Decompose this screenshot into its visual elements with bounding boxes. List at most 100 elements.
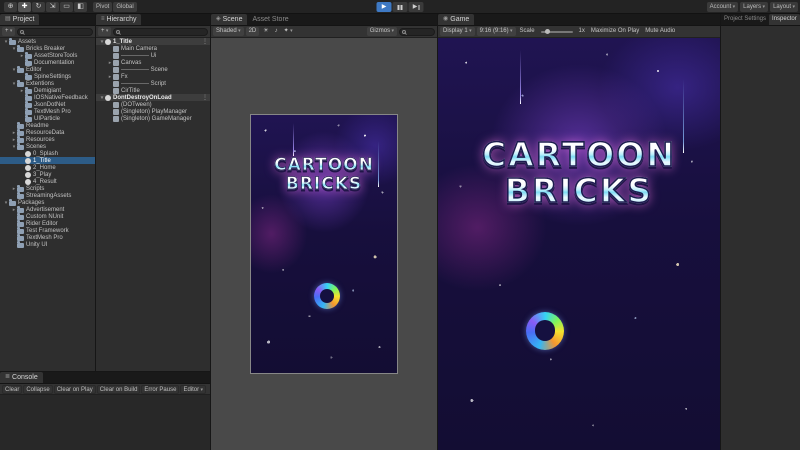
2d-toggle[interactable]: 2D [246, 27, 260, 36]
item-label: 0_Splash [33, 151, 58, 157]
tab-project[interactable]: ▤Project [0, 14, 39, 25]
layout-dropdown[interactable]: Layout [770, 2, 798, 12]
project-tree-item[interactable]: Advertisement [0, 206, 95, 213]
aspect-ratio-dropdown[interactable]: 9:16 (9:16) [477, 27, 516, 36]
hierarchy-item[interactable]: (Singleton) PlayManager [96, 108, 210, 115]
project-tree-item[interactable]: TextMesh Pro [0, 108, 95, 115]
hierarchy-item[interactable]: CirTitle [96, 87, 210, 94]
project-tree-item[interactable]: Assets [0, 38, 95, 45]
audio-toggle-icon[interactable]: ♪ [273, 27, 280, 36]
console-button[interactable]: Clear [2, 385, 22, 394]
gizmos-dropdown[interactable]: Gizmos [367, 27, 397, 36]
hierarchy-item[interactable]: DontDestroyOnLoad [96, 94, 210, 101]
project-tree-item[interactable]: 1_Title [0, 157, 95, 164]
console-button[interactable]: Clear on Build [97, 385, 141, 394]
project-tree-item[interactable]: Editor [0, 66, 95, 73]
project-tree-item[interactable]: Bricks Breaker [0, 45, 95, 52]
hierarchy-item[interactable]: Main Camera [96, 45, 210, 52]
scale-tool-icon[interactable]: ⇲ [46, 2, 59, 12]
project-tree-item[interactable]: StreamingAssets [0, 192, 95, 199]
maximize-on-play-toggle[interactable]: Maximize On Play [589, 27, 641, 36]
console-button[interactable]: Error Pause [141, 385, 179, 394]
project-tree-item[interactable]: Unity UI [0, 241, 95, 248]
project-tree-item[interactable]: Rider Editor [0, 220, 95, 227]
account-dropdown[interactable]: Account [707, 2, 739, 12]
item-label: Assets [18, 39, 36, 45]
project-tree-item[interactable]: Readme [0, 122, 95, 129]
project-tree-item[interactable]: AssetStoreTools [0, 52, 95, 59]
project-tree-item[interactable]: Demigiant [0, 87, 95, 94]
step-button[interactable]: ▶ [409, 2, 424, 12]
scene-game-preview[interactable]: CARTOON BRICKS [251, 115, 397, 373]
hierarchy-item[interactable]: (Singleton) GameManager [96, 115, 210, 122]
effects-toggle-icon[interactable]: ✦ [282, 27, 295, 36]
pan-tool-icon[interactable]: ⊕ [4, 2, 17, 12]
item-label: Advertisement [26, 207, 64, 213]
layers-dropdown[interactable]: Layers [740, 2, 768, 12]
hierarchy-item[interactable]: -------------- Ui [96, 52, 210, 59]
project-tree-item[interactable]: 2_Home [0, 164, 95, 171]
transform-tool-icon[interactable]: ◧ [74, 2, 87, 12]
scale-slider[interactable] [541, 31, 573, 33]
game-viewport[interactable]: CARTOON BRICKS [438, 38, 720, 450]
project-tree-item[interactable]: TextMesh Pro [0, 234, 95, 241]
game-title-line2: BRICKS [251, 175, 397, 193]
console-log-area[interactable] [0, 395, 210, 450]
hierarchy-search-input[interactable] [113, 28, 208, 36]
rotate-tool-icon[interactable]: ↻ [32, 2, 45, 12]
project-tree-item[interactable]: ResourceData [0, 129, 95, 136]
project-tree-item[interactable]: Custom NUnit [0, 213, 95, 220]
game-render[interactable]: CARTOON BRICKS [438, 38, 720, 450]
hierarchy-icon: ≡ [101, 14, 105, 25]
rect-tool-icon[interactable]: ▭ [60, 2, 73, 12]
scene-viewport[interactable]: CARTOON BRICKS [211, 38, 437, 450]
tab-game[interactable]: ◉Game [438, 14, 474, 25]
project-tree-item[interactable]: JsonDotNet [0, 101, 95, 108]
project-tree-item[interactable]: Scripts [0, 185, 95, 192]
hierarchy-item[interactable]: (DOTween) [96, 101, 210, 108]
project-tree-item[interactable]: 3_Play [0, 171, 95, 178]
hierarchy-item[interactable]: Canvas [96, 59, 210, 66]
create-asset-button[interactable]: + [2, 27, 15, 36]
project-tree-item[interactable]: Documentation [0, 59, 95, 66]
project-tree-item[interactable]: UIParticle [0, 115, 95, 122]
project-tree-item[interactable]: Packages [0, 199, 95, 206]
project-tree-item[interactable]: Extentions [0, 80, 95, 87]
display-dropdown[interactable]: Display 1 [440, 27, 475, 36]
project-tree-item[interactable]: SpineSettings [0, 73, 95, 80]
inspector-dock-tab[interactable]: Inspector [769, 14, 800, 25]
scene-search-input[interactable] [399, 28, 435, 36]
console-button[interactable]: Editor [180, 385, 206, 394]
play-button[interactable]: ▶ [377, 2, 392, 12]
create-object-button[interactable]: + [98, 27, 111, 36]
project-tree-item[interactable]: Test Framework [0, 227, 95, 234]
tab-console[interactable]: ≣Console [0, 372, 43, 383]
project-search-input[interactable] [17, 28, 93, 36]
pause-button[interactable] [393, 2, 408, 12]
scale-slider-knob[interactable] [545, 29, 550, 34]
hierarchy-item[interactable]: -------------- Scene [96, 66, 210, 73]
project-tree-item[interactable]: 0_Splash [0, 150, 95, 157]
shading-mode-dropdown[interactable]: Shaded [213, 27, 244, 36]
project-tree-item[interactable]: 4_Result [0, 178, 95, 185]
hierarchy-item[interactable]: -------------- Script [96, 80, 210, 87]
hierarchy-item[interactable]: Fx [96, 73, 210, 80]
pivot-toggle[interactable]: Pivot [93, 2, 112, 12]
project-tree-item[interactable]: Resources [0, 136, 95, 143]
project-tree-item[interactable]: IOSNativeFeedback [0, 94, 95, 101]
lighting-toggle-icon[interactable]: ☀ [261, 27, 270, 36]
game-icon: ◉ [443, 14, 448, 25]
inspector-dock-tab[interactable]: Project Settings [721, 14, 769, 25]
tab-asset-store[interactable]: Asset Store [247, 14, 293, 25]
search-icon [402, 30, 406, 34]
project-tree-item[interactable]: Scenes [0, 143, 95, 150]
tab-hierarchy[interactable]: ≡Hierarchy [96, 14, 141, 25]
hierarchy-item[interactable]: 1_Title [96, 38, 210, 45]
mute-audio-toggle[interactable]: Mute Audio [643, 27, 677, 36]
console-button[interactable]: Collapse [23, 385, 52, 394]
global-toggle[interactable]: Global [113, 2, 136, 12]
console-button[interactable]: Clear on Play [54, 385, 96, 394]
unity-editor: ⊕ ✚ ↻ ⇲ ▭ ◧ Pivot Global ▶ ▶ Account Lay… [0, 0, 800, 450]
move-tool-icon[interactable]: ✚ [18, 2, 31, 12]
tab-scene[interactable]: ◈Scene [211, 14, 247, 25]
